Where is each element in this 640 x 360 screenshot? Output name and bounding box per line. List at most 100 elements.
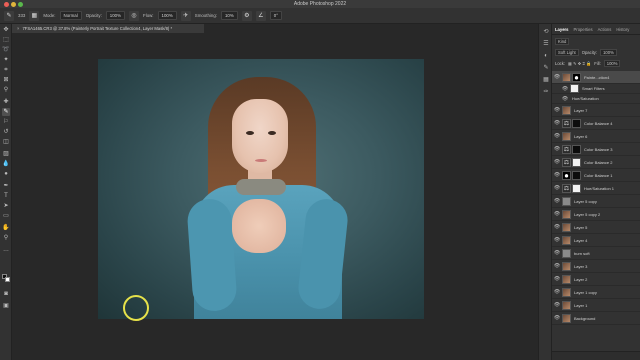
tab-actions[interactable]: Actions bbox=[598, 26, 612, 34]
crop-tool-icon[interactable]: ⌗ bbox=[2, 66, 10, 74]
opacity-input[interactable]: 100% bbox=[105, 11, 126, 20]
blur-tool-icon[interactable]: 💧 bbox=[2, 160, 10, 168]
layer-row[interactable]: 👁 Layer 5 copy 2 bbox=[552, 208, 640, 221]
layer-thumbnail[interactable] bbox=[562, 170, 571, 180]
lock-icons[interactable]: ▦ ✎ ✥ ⌗ 🔒 bbox=[568, 61, 591, 67]
mode-select[interactable]: Normal bbox=[59, 11, 82, 20]
properties-panel-icon[interactable]: ☰ bbox=[542, 40, 550, 48]
layer-opacity-input[interactable]: 100% bbox=[600, 49, 617, 56]
layer-row[interactable]: 👁 Smart Filters bbox=[552, 84, 640, 94]
layer-row[interactable]: 👁 burn soft bbox=[552, 247, 640, 260]
tab-properties[interactable]: Properties bbox=[574, 26, 593, 34]
layer-thumbnail[interactable]: ⚖ bbox=[562, 118, 571, 128]
layer-row[interactable]: 👁 ⚖ Color Balance 3 bbox=[552, 143, 640, 156]
layer-thumbnail[interactable] bbox=[562, 261, 571, 271]
layer-thumbnail[interactable] bbox=[562, 72, 571, 82]
quick-mask-icon[interactable]: ◙ bbox=[2, 290, 10, 298]
layer-row[interactable]: 👁 Background bbox=[552, 312, 640, 325]
quick-selection-tool-icon[interactable]: ✦ bbox=[2, 56, 10, 64]
layer-thumbnail[interactable] bbox=[562, 209, 571, 219]
visibility-eye-icon[interactable]: 👁 bbox=[552, 289, 562, 295]
layer-row[interactable]: 👁 Layer 4 bbox=[552, 234, 640, 247]
angle-input[interactable]: 0° bbox=[269, 11, 282, 20]
blend-mode-select[interactable]: Soft Light bbox=[555, 49, 579, 56]
visibility-eye-icon[interactable]: 👁 bbox=[552, 133, 562, 139]
more-tools-icon[interactable]: … bbox=[2, 246, 10, 254]
zoom-tool-icon[interactable]: ⚲ bbox=[2, 234, 10, 242]
screen-mode-icon[interactable]: ▣ bbox=[2, 302, 10, 310]
pressure-opacity-icon[interactable]: ◎ bbox=[129, 10, 140, 21]
layer-thumbnail[interactable] bbox=[562, 235, 571, 245]
layer-mask-thumbnail[interactable] bbox=[572, 118, 581, 128]
layer-thumbnail[interactable] bbox=[562, 131, 571, 141]
fill-input[interactable]: 100% bbox=[603, 60, 621, 67]
tab-history[interactable]: History bbox=[616, 26, 629, 34]
smoothing-options-icon[interactable]: ⚙ bbox=[241, 10, 252, 21]
airbrush-icon[interactable]: ✈ bbox=[180, 10, 191, 21]
document-image[interactable] bbox=[98, 59, 424, 319]
adjustments-panel-icon[interactable]: ◐ bbox=[542, 52, 550, 60]
layer-mask-thumbnail[interactable] bbox=[572, 72, 581, 82]
brush-tool-icon[interactable]: ✎ bbox=[2, 108, 10, 116]
visibility-eye-icon[interactable]: 👁 bbox=[552, 74, 562, 80]
visibility-eye-icon[interactable]: 👁 bbox=[552, 315, 562, 321]
layer-thumbnail[interactable] bbox=[570, 84, 579, 93]
layer-filter-select[interactable]: Kind bbox=[555, 38, 570, 45]
swatches-panel-icon[interactable]: ▦ bbox=[542, 76, 550, 84]
visibility-eye-icon[interactable]: 👁 bbox=[552, 224, 562, 230]
layer-row[interactable]: 👁 Layer 3 bbox=[552, 260, 640, 273]
eraser-tool-icon[interactable]: ◫ bbox=[2, 138, 10, 146]
layer-thumbnail[interactable] bbox=[562, 248, 571, 258]
layer-mask-thumbnail[interactable] bbox=[572, 183, 581, 193]
clone-stamp-tool-icon[interactable]: ⚐ bbox=[2, 118, 10, 126]
layer-thumbnail[interactable] bbox=[562, 300, 571, 310]
visibility-eye-icon[interactable]: 👁 bbox=[552, 120, 562, 126]
lasso-tool-icon[interactable]: ➰ bbox=[2, 46, 10, 54]
layer-thumbnail[interactable] bbox=[562, 196, 571, 206]
layer-row[interactable]: 👁 ⚖ Color Balance 4 bbox=[552, 117, 640, 130]
background-color-swatch[interactable] bbox=[5, 277, 10, 282]
brushes-panel-icon[interactable]: ✎ bbox=[542, 64, 550, 72]
visibility-eye-icon[interactable]: 👁 bbox=[552, 263, 562, 269]
layer-row[interactable]: 👁 Layer 1 copy bbox=[552, 286, 640, 299]
canvas-area[interactable] bbox=[12, 33, 538, 360]
layer-thumbnail[interactable]: ⚖ bbox=[562, 144, 571, 154]
layer-row[interactable]: 👁 Layer 5 copy bbox=[552, 195, 640, 208]
layer-row[interactable]: 👁 ⚖ Hue/Saturation 1 bbox=[552, 182, 640, 195]
move-tool-icon[interactable]: ✥ bbox=[2, 26, 10, 34]
angle-icon[interactable]: ∠ bbox=[255, 10, 266, 21]
document-tab[interactable]: × 7FSA1465.CR3 @ 37.8% (Painterly Portrai… bbox=[12, 24, 204, 33]
rectangle-tool-icon[interactable]: ▭ bbox=[2, 212, 10, 220]
paths-panel-icon[interactable]: ✑ bbox=[542, 88, 550, 96]
visibility-eye-icon[interactable]: 👁 bbox=[552, 302, 562, 308]
visibility-eye-icon[interactable]: 👁 bbox=[552, 211, 562, 217]
layer-row[interactable]: 👁 Hue/Saturation bbox=[552, 94, 640, 104]
visibility-eye-icon[interactable]: 👁 bbox=[552, 276, 562, 282]
layer-thumbnail[interactable] bbox=[562, 287, 571, 297]
type-tool-icon[interactable]: T bbox=[2, 192, 10, 200]
marquee-tool-icon[interactable]: ⬚ bbox=[2, 36, 10, 44]
layer-thumbnail[interactable] bbox=[562, 222, 571, 232]
flow-input[interactable]: 100% bbox=[157, 11, 177, 20]
path-selection-tool-icon[interactable]: ➤ bbox=[2, 202, 10, 210]
layer-row[interactable]: 👁 Layer 2 bbox=[552, 273, 640, 286]
layer-mask-thumbnail[interactable] bbox=[572, 170, 581, 180]
layer-mask-thumbnail[interactable] bbox=[572, 144, 581, 154]
eyedropper-tool-icon[interactable]: ⚲ bbox=[2, 86, 10, 94]
history-brush-tool-icon[interactable]: ↺ bbox=[2, 128, 10, 136]
healing-brush-tool-icon[interactable]: ✚ bbox=[2, 98, 10, 106]
pen-tool-icon[interactable]: ✒ bbox=[2, 182, 10, 190]
gradient-tool-icon[interactable]: ▨ bbox=[2, 150, 10, 158]
smoothing-input[interactable]: 10% bbox=[220, 11, 238, 20]
layer-row[interactable]: 👁 Layer 7 bbox=[552, 104, 640, 117]
visibility-eye-icon[interactable]: 👁 bbox=[552, 185, 562, 191]
layer-mask-thumbnail[interactable] bbox=[572, 157, 581, 167]
visibility-eye-icon[interactable]: 👁 bbox=[552, 198, 562, 204]
layer-thumbnail[interactable] bbox=[562, 274, 571, 284]
visibility-eye-icon[interactable]: 👁 bbox=[552, 159, 562, 165]
visibility-eye-icon[interactable]: 👁 bbox=[552, 146, 562, 152]
layer-row[interactable]: 👁 ⚖ Color Balance 2 bbox=[552, 156, 640, 169]
frame-tool-icon[interactable]: ⊠ bbox=[2, 76, 10, 84]
layer-thumbnail[interactable]: ⚖ bbox=[562, 157, 571, 167]
hand-tool-icon[interactable]: ✋ bbox=[2, 224, 10, 232]
